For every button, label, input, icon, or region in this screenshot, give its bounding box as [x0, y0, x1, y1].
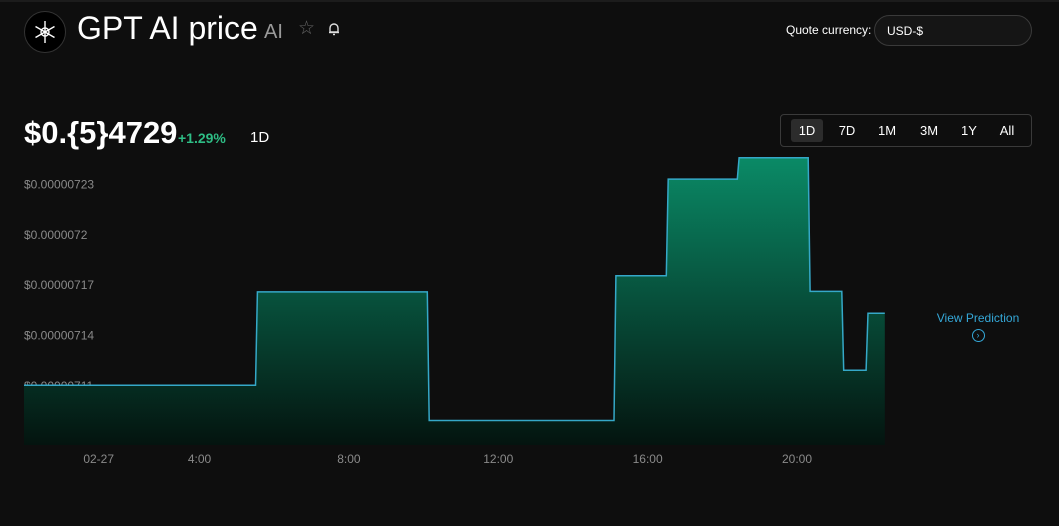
x-tick-label: 20:00 — [782, 452, 812, 466]
chevron-right-icon: › — [971, 329, 985, 342]
x-tick-label: 12:00 — [483, 452, 513, 466]
y-tick-label: $0.00000717 — [24, 278, 94, 292]
price-area-fill — [24, 157, 885, 446]
x-tick-label: 8:00 — [337, 452, 361, 466]
y-tick-label: $0.00000723 — [24, 178, 94, 192]
y-tick-label: $0.00000714 — [24, 329, 94, 343]
x-tick-label: 4:00 — [188, 452, 212, 466]
view-prediction-link[interactable]: View Prediction › — [930, 311, 1026, 342]
x-tick-label: 16:00 — [633, 452, 663, 466]
x-tick-label: 02-27 — [83, 452, 114, 466]
price-chart[interactable]: $0.00000723 $0.0000072 $0.00000717 $0.00000… — [0, 0, 1059, 526]
y-tick-label: $0.0000072 — [24, 228, 88, 242]
view-prediction-label: View Prediction — [936, 311, 1020, 325]
